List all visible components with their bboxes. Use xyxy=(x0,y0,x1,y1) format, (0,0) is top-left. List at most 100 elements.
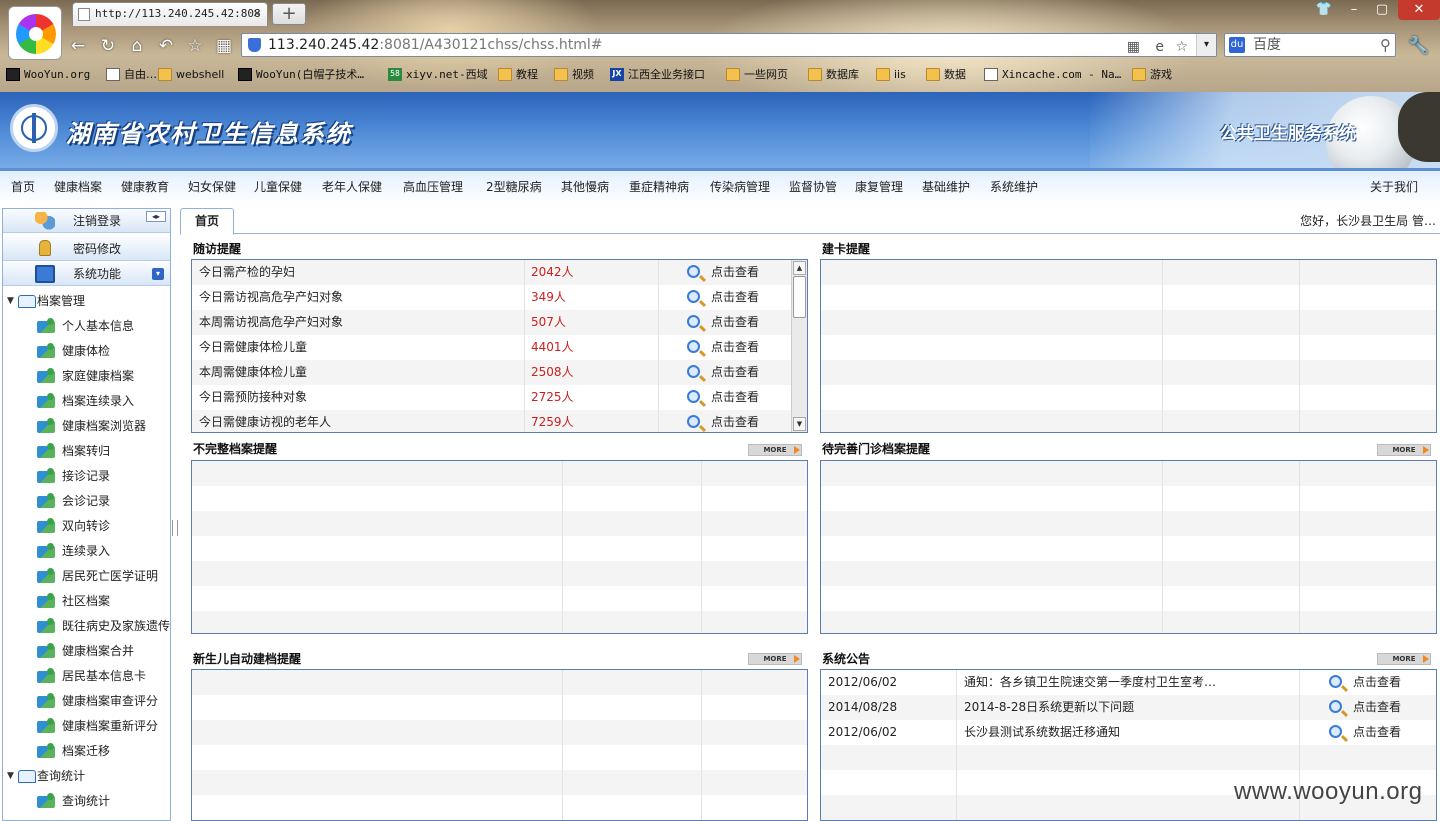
bookmark-item[interactable]: 一些网页 xyxy=(724,64,788,86)
view-link[interactable]: 点击查看 xyxy=(1327,695,1401,720)
address-dropdown-icon[interactable]: ▾ xyxy=(1196,34,1216,56)
bookmark-item[interactable]: 自由… xyxy=(104,64,157,86)
bookmark-label: WooYun(白帽子技术… xyxy=(256,68,364,81)
menu-item[interactable]: 基础维护 xyxy=(922,171,970,204)
favorite-icon[interactable]: ☆ xyxy=(185,36,205,56)
scrollbar[interactable]: ▲ ▼ xyxy=(791,260,807,432)
view-link[interactable]: 点击查看 xyxy=(685,260,759,285)
browser-logo-icon[interactable] xyxy=(8,6,62,60)
browser-tab[interactable]: http://113.240.245.42:808 ✕ xyxy=(72,2,268,26)
menu-item[interactable]: 妇女保健 xyxy=(188,171,236,204)
bookmark-item[interactable]: WooYun.org xyxy=(4,64,90,86)
tree-item[interactable]: 家庭健康档案 xyxy=(3,364,170,389)
view-link[interactable]: 点击查看 xyxy=(685,310,759,335)
search-icon[interactable]: ⚲ xyxy=(1380,34,1391,56)
sidebar-button[interactable]: 系统功能 ▾ xyxy=(3,262,170,286)
bookmark-item[interactable]: 游戏 xyxy=(1130,64,1172,86)
tree-item[interactable]: 档案迁移 xyxy=(3,739,170,764)
tree-item[interactable]: 连续录入 xyxy=(3,539,170,564)
minimize-button[interactable]: – xyxy=(1340,0,1368,20)
sidebar-button[interactable]: 密码修改 xyxy=(3,237,170,261)
scroll-thumb[interactable] xyxy=(793,276,806,318)
view-link[interactable]: 点击查看 xyxy=(1327,720,1401,745)
menu-item[interactable]: 健康档案 xyxy=(54,171,102,204)
tree-item[interactable]: 个人基本信息 xyxy=(3,314,170,339)
menu-item[interactable]: 康复管理 xyxy=(855,171,903,204)
back-icon[interactable]: ← xyxy=(68,36,88,56)
reload-icon[interactable]: ↻ xyxy=(98,36,118,56)
menu-item[interactable]: 高血压管理 xyxy=(403,171,463,204)
sidebar-button[interactable]: 注销登录 ◂▸ xyxy=(3,209,170,233)
tree-item[interactable]: 查询统计 xyxy=(3,789,170,814)
bookmark-star-icon[interactable]: ☆ xyxy=(1175,36,1188,58)
menu-item[interactable]: 传染病管理 xyxy=(710,171,770,204)
notice-text[interactable]: 2014-8-28日系统更新以下问题 xyxy=(964,695,1294,720)
view-link[interactable]: 点击查看 xyxy=(685,410,759,432)
menu-item[interactable]: 首页 xyxy=(11,171,35,204)
bookmark-item[interactable]: JX 江西全业务接口 xyxy=(608,64,705,86)
tree-item[interactable]: 社区档案 xyxy=(3,589,170,614)
tree-item[interactable]: 健康档案浏览器 xyxy=(3,414,170,439)
bookmark-item[interactable]: 数据 xyxy=(924,64,966,86)
scroll-up-icon[interactable]: ▲ xyxy=(793,261,806,275)
bookmark-item[interactable]: iis xyxy=(874,64,906,86)
view-link[interactable]: 点击查看 xyxy=(685,335,759,360)
tree-toggle-icon[interactable]: ▼ xyxy=(7,289,14,314)
home-icon[interactable]: ⌂ xyxy=(127,36,147,56)
chevron-down-icon[interactable]: ▾ xyxy=(152,268,164,280)
maximize-button[interactable]: ▢ xyxy=(1368,0,1396,20)
tree-toggle-icon[interactable]: ▼ xyxy=(7,764,14,789)
address-bar[interactable]: 113.240.245.42:8081/A430121chss/chss.htm… xyxy=(241,33,1217,57)
bookmark-item[interactable]: 数据库 xyxy=(806,64,859,86)
tree-item[interactable]: 接诊记录 xyxy=(3,464,170,489)
tree-item[interactable]: 档案连续录入 xyxy=(3,389,170,414)
view-link[interactable]: 点击查看 xyxy=(685,360,759,385)
tab-home[interactable]: 首页 xyxy=(180,208,234,235)
view-link[interactable]: 点击查看 xyxy=(685,285,759,310)
tree-item[interactable]: 健康档案重新评分 xyxy=(3,714,170,739)
menu-item[interactable]: 监督协管 xyxy=(789,171,837,204)
tree-item[interactable]: 健康档案审查评分 xyxy=(3,689,170,714)
menu-item[interactable]: 健康教育 xyxy=(121,171,169,204)
tree-item[interactable]: 居民基本信息卡 xyxy=(3,664,170,689)
qr-code-icon[interactable]: ▦ xyxy=(1127,36,1140,58)
tree-folder[interactable]: ▼ 查询统计 xyxy=(3,764,170,789)
tree-item[interactable]: 健康档案合并 xyxy=(3,639,170,664)
tree-item[interactable]: 居民死亡医学证明 xyxy=(3,564,170,589)
tree-item[interactable]: 会诊记录 xyxy=(3,489,170,514)
tree-folder[interactable]: ▼ 档案管理 xyxy=(3,289,170,314)
view-link[interactable]: 点击查看 xyxy=(685,385,759,410)
bookmark-item[interactable]: webshell xyxy=(156,64,224,86)
close-tab-icon[interactable]: ✕ xyxy=(253,3,261,25)
menu-item[interactable]: 老年人保健 xyxy=(322,171,382,204)
notice-text[interactable]: 长沙县测试系统数据迁移通知 xyxy=(964,720,1294,745)
close-window-button[interactable]: ✕ xyxy=(1398,0,1440,20)
bookmark-item[interactable]: Xincache.com - Na… xyxy=(982,64,1121,86)
menu-item[interactable]: 其他慢病 xyxy=(561,171,609,204)
bookmark-item[interactable]: 教程 xyxy=(496,64,538,86)
wrench-icon[interactable]: 🔧 xyxy=(1408,36,1429,56)
menu-item[interactable]: 重症精神病 xyxy=(629,171,689,204)
bookmark-item[interactable]: WooYun(白帽子技术… xyxy=(236,64,364,86)
sidebar-splitter[interactable] xyxy=(172,520,178,536)
search-box[interactable]: du 百度 ⚲ xyxy=(1224,33,1396,57)
tree-item[interactable]: 双向转诊 xyxy=(3,514,170,539)
scroll-down-icon[interactable]: ▼ xyxy=(793,417,806,431)
undo-icon[interactable]: ↶ xyxy=(156,36,176,56)
bookmark-item[interactable]: 58 xiyv.net-西域 xyxy=(386,64,488,86)
bookmark-item[interactable]: 视频 xyxy=(552,64,594,86)
collapse-arrows-icon[interactable]: ◂▸ xyxy=(146,211,166,222)
menu-item[interactable]: 2型糖尿病 xyxy=(486,171,542,204)
ie-mode-icon[interactable]: e xyxy=(1155,36,1164,58)
notice-text[interactable]: 通知：各乡镇卫生院速交第一季度村卫生室考… xyxy=(964,670,1294,695)
menu-about[interactable]: 关于我们 xyxy=(1370,171,1418,204)
tree-item[interactable]: 档案转归 xyxy=(3,439,170,464)
tree-item[interactable]: 既往病史及家族遗传 xyxy=(3,614,170,639)
view-link[interactable]: 点击查看 xyxy=(1327,670,1401,695)
menu-item[interactable]: 儿童保健 xyxy=(254,171,302,204)
menu-item[interactable]: 系统维护 xyxy=(990,171,1038,204)
apps-grid-icon[interactable]: ▦ xyxy=(214,36,234,56)
skin-icon[interactable]: 👕 xyxy=(1310,0,1338,20)
new-tab-button[interactable]: + xyxy=(272,3,306,25)
tree-item[interactable]: 健康体检 xyxy=(3,339,170,364)
